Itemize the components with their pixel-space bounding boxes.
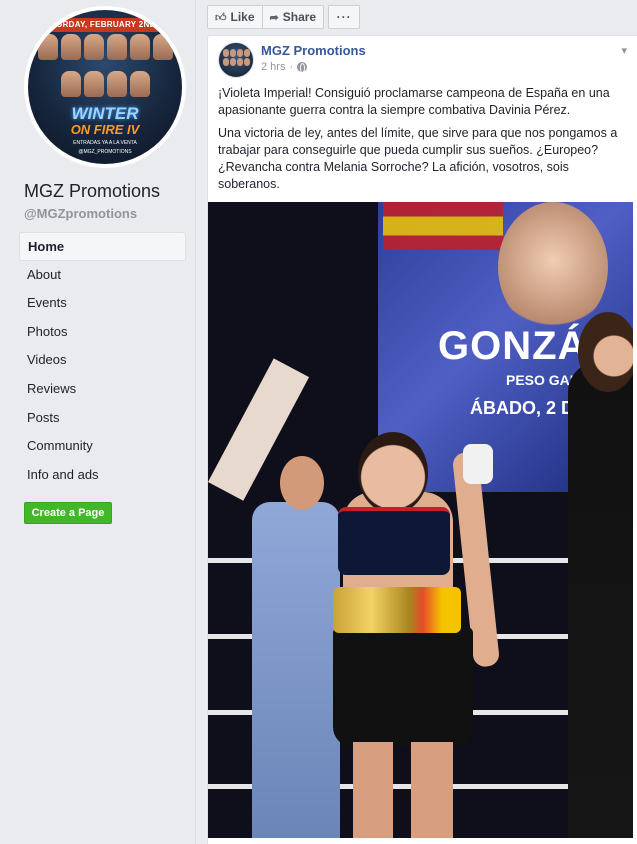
globe-icon xyxy=(297,62,308,73)
share-button[interactable]: ➦ Share xyxy=(262,5,325,29)
fighter-face xyxy=(60,34,81,60)
avatar-collage xyxy=(223,49,251,66)
post-meta: 2 hrs · xyxy=(261,61,308,73)
nav-item-reviews[interactable]: Reviews xyxy=(19,375,186,404)
nav-item-photos[interactable]: Photos xyxy=(19,318,186,347)
photo-legs xyxy=(353,742,453,838)
photo-championship-belt xyxy=(333,587,461,633)
page-handle[interactable]: @MGZpromotions xyxy=(24,206,137,221)
nav-item-info-and-ads[interactable]: Info and ads xyxy=(19,461,186,490)
photo-sports-top xyxy=(338,507,450,575)
create-page-button[interactable]: Create a Page xyxy=(24,502,112,524)
fighter-face xyxy=(60,70,81,97)
nav-item-events[interactable]: Events xyxy=(19,289,186,318)
photo-hand-wrap xyxy=(463,444,493,484)
photo-shorts xyxy=(333,627,473,747)
fighter-face xyxy=(129,70,150,97)
nav-item-home[interactable]: Home xyxy=(19,232,186,261)
photo-woman-right-head xyxy=(578,312,633,392)
nav-item-community[interactable]: Community xyxy=(19,432,186,461)
fighter-face xyxy=(129,34,150,60)
photo-man-head xyxy=(280,456,324,510)
fighter-face xyxy=(83,70,104,97)
post-paragraph: ¡Violeta Imperial! Consiguió proclamarse… xyxy=(218,86,610,117)
post-author-name[interactable]: MGZ Promotions xyxy=(261,43,366,58)
profile-picture[interactable]: SATURDAY, FEBRUARY 2ND · B WINTER ON FIR… xyxy=(24,6,186,168)
chevron-down-icon[interactable]: ▾ xyxy=(621,44,627,57)
nav-item-posts[interactable]: Posts xyxy=(19,404,186,433)
photo-head xyxy=(358,432,428,514)
avatar-face xyxy=(244,58,250,66)
like-button[interactable]: 👍︎ Like xyxy=(207,5,263,29)
profile-banner-text: SATURDAY, FEBRUARY 2ND · B xyxy=(40,20,170,29)
page-sidebar: SATURDAY, FEBRUARY 2ND · B WINTER ON FIR… xyxy=(0,0,196,844)
photo-man-suit xyxy=(252,502,340,838)
photo-woman-right xyxy=(568,362,633,838)
post-timestamp[interactable]: 2 hrs xyxy=(261,61,285,73)
avatar-face xyxy=(223,58,229,66)
page-title[interactable]: MGZ Promotions xyxy=(24,181,160,202)
nav-item-videos[interactable]: Videos xyxy=(19,346,186,375)
page-actions-bar: 👍︎ Like ➦ Share ··· xyxy=(207,5,361,29)
profile-picture-image: SATURDAY, FEBRUARY 2ND · B WINTER ON FIR… xyxy=(28,10,182,164)
photo-flag xyxy=(383,202,503,250)
fighter-face xyxy=(152,34,173,60)
fighters-collage xyxy=(34,34,176,104)
event-tickets-text: ENTRADAS YA A LA VENTA xyxy=(73,140,137,146)
avatar-face xyxy=(230,49,236,57)
fighter-face xyxy=(83,34,104,60)
photo-screen-face xyxy=(498,202,608,332)
thumbs-up-icon: 👍︎ xyxy=(215,11,227,24)
avatar-face xyxy=(230,58,236,66)
page-nav: Home About Events Photos Videos Reviews … xyxy=(19,232,186,489)
fighter-face xyxy=(37,34,58,60)
event-title: WINTER xyxy=(71,104,139,123)
avatar-face xyxy=(237,49,243,57)
more-dots-icon: ··· xyxy=(336,10,352,24)
post-photo[interactable]: GONZÁLE PESO GALL ÁBADO, 2 DE xyxy=(208,202,633,838)
post-paragraph: Una victoria de ley, antes del límite, q… xyxy=(218,126,618,191)
avatar-face xyxy=(237,58,243,66)
more-options-button[interactable]: ··· xyxy=(328,5,361,29)
event-handle-text: @MGZ_PROMOTIONS xyxy=(78,149,132,155)
fighter-face xyxy=(106,34,127,60)
post-body: ¡Violeta Imperial! Consiguió proclamarse… xyxy=(218,85,623,199)
event-subtitle: ON FIRE IV xyxy=(70,122,140,137)
share-arrow-icon: ➦ xyxy=(269,11,279,24)
photo-champion xyxy=(333,432,501,838)
avatar-face xyxy=(223,49,229,57)
like-label: Like xyxy=(230,10,255,24)
share-label: Share xyxy=(282,10,317,24)
post-author-avatar[interactable] xyxy=(218,42,254,78)
fighter-face xyxy=(106,70,127,97)
avatar-face xyxy=(244,49,250,57)
nav-item-about[interactable]: About xyxy=(19,261,186,290)
post-card: MGZ Promotions 2 hrs · ▾ ¡Violeta Imperi… xyxy=(207,35,637,844)
meta-separator: · xyxy=(289,61,294,73)
